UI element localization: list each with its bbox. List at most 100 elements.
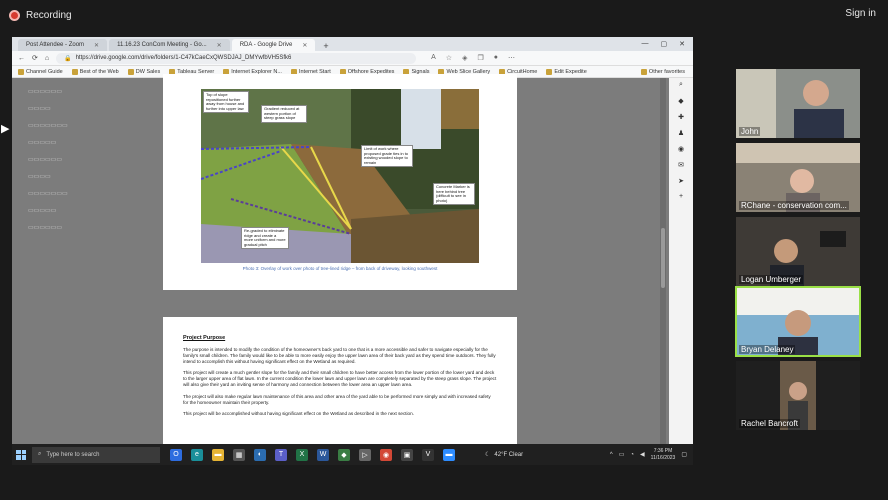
address-bar: ← ⟳ ⌂ 🔒 https://drive.google.com/drive/fo…: [12, 51, 693, 66]
browser-tab[interactable]: Post Attendee - Zoom ✕: [18, 39, 108, 51]
app-icon[interactable]: V: [422, 448, 434, 461]
drive-sidebar-dimmed: ▭▭▭▭▭▭ ▭▭▭▭ ▭▭▭▭▭▭▭ ▭▭▭▭▭ ▭▭▭▭▭▭ ▭▭▭▭ ▭▭▭▭▭▭▭ ▭…: [28, 89, 68, 231]
clock-time: 7:36 PM: [653, 447, 673, 454]
favorite-item[interactable]: Channel Guide: [18, 68, 63, 75]
close-icon[interactable]: ✕: [302, 42, 307, 49]
teams-icon[interactable]: T: [275, 448, 287, 461]
participant-name: Bryan Delaney: [739, 345, 796, 354]
recording-label: Recording: [26, 9, 72, 21]
close-icon[interactable]: ✕: [94, 42, 99, 49]
menu-icon[interactable]: ⋯: [508, 54, 515, 62]
add-icon[interactable]: +: [677, 192, 686, 201]
tab-label: 11.16.23 ConCom Meeting - Go...: [117, 42, 207, 48]
participant-tile-active-speaker[interactable]: Bryan Delaney: [735, 286, 861, 357]
search-placeholder: Type here to search: [46, 451, 100, 458]
close-icon[interactable]: ✕: [217, 42, 222, 49]
favorite-item[interactable]: DW Sales: [127, 68, 160, 75]
paragraph: The project will also make regular lawn …: [183, 393, 491, 405]
signin-link[interactable]: Sign in: [845, 8, 876, 19]
document-page: Top of slope repositioned further away f…: [163, 74, 517, 290]
maximize-icon[interactable]: ▢: [661, 40, 668, 48]
drop-icon[interactable]: ➤: [677, 176, 686, 185]
browser-tab[interactable]: 11.16.23 ConCom Meeting - Go... ✕: [109, 39, 230, 51]
profile-icon[interactable]: ●: [494, 54, 498, 62]
word-icon[interactable]: W: [317, 448, 329, 461]
tools-icon[interactable]: ✚: [677, 112, 686, 121]
weather-text: 42°F Clear: [494, 451, 524, 458]
taskbar-search[interactable]: ⌕ Type here to search: [32, 446, 160, 463]
moon-icon: ☾: [485, 452, 491, 458]
chrome-icon[interactable]: ◉: [380, 448, 392, 461]
volume-icon[interactable]: ◀: [640, 451, 645, 458]
chevron-up-icon[interactable]: ^: [610, 452, 613, 458]
network-icon[interactable]: ◔: [630, 452, 634, 458]
app-icon[interactable]: ◐: [254, 448, 266, 461]
app-icon[interactable]: ▦: [233, 448, 245, 461]
record-icon: [9, 9, 20, 21]
games-icon[interactable]: ♟: [677, 128, 686, 137]
participant-tile[interactable]: RChane - conservation com...: [736, 143, 860, 212]
excel-icon[interactable]: X: [296, 448, 308, 461]
favorite-item[interactable]: Edit Expedite: [546, 68, 587, 75]
extensions-icon[interactable]: ◈: [462, 54, 467, 62]
other-favorites[interactable]: Other favorites: [640, 68, 693, 75]
favorite-item[interactable]: Best of the Web: [71, 68, 119, 75]
outlook-icon[interactable]: ✉: [677, 160, 686, 169]
recording-indicator[interactable]: Recording: [9, 9, 72, 21]
lock-icon: 🔒: [64, 55, 72, 62]
office-icon[interactable]: ◉: [677, 144, 686, 153]
photo-annotation: Concrete Marker is here behind tree (dif…: [433, 183, 475, 206]
favorite-star-icon[interactable]: ☆: [446, 54, 452, 62]
scrollbar-thumb[interactable]: [661, 228, 665, 288]
photo-annotation: Top of slope repositioned further away f…: [203, 91, 249, 114]
system-tray: ^ ▭ ◔ ◀ 7:36 PM 11/16/2023 ▢: [610, 448, 693, 462]
participant-name: Rachel Bancroft: [739, 419, 800, 428]
participant-name: Logan Umberger: [739, 275, 804, 284]
clock-date: 11/16/2023: [650, 454, 676, 461]
windows-start-icon[interactable]: [16, 449, 26, 460]
minimize-icon[interactable]: —: [642, 40, 649, 48]
close-window-icon[interactable]: ✕: [679, 40, 685, 48]
taskbar-apps: O e ▬ ▦ ◐ T X W ◆ ▷ ◉ ▣ V ▬: [170, 448, 455, 461]
mouse-cursor-icon: ▶: [1, 123, 10, 135]
browser-tab-active[interactable]: RDA - Google Drive ✕: [231, 39, 316, 51]
weather-widget[interactable]: ☾ 42°F Clear: [485, 451, 524, 459]
read-aloud-icon[interactable]: A: [431, 54, 436, 62]
window-controls: — ▢ ✕: [642, 40, 694, 48]
zoom-icon[interactable]: ▬: [443, 448, 455, 461]
participant-name: RChane - conservation com...: [739, 201, 849, 210]
search-icon: ⌕: [38, 451, 42, 457]
outlook-icon[interactable]: O: [170, 448, 182, 461]
site-photo: Top of slope repositioned further away f…: [201, 89, 479, 263]
taskbar-clock[interactable]: 7:36 PM 11/16/2023: [651, 448, 676, 462]
back-icon[interactable]: ←: [18, 55, 25, 62]
refresh-icon[interactable]: ⟳: [32, 54, 38, 62]
shopping-icon[interactable]: ◆: [677, 96, 686, 105]
edge-sidebar: ⌕ ◆ ✚ ♟ ◉ ✉ ➤ +: [669, 78, 693, 452]
file-explorer-icon[interactable]: ▬: [212, 448, 224, 461]
new-tab-icon[interactable]: +: [317, 41, 334, 51]
tab-label: Post Attendee - Zoom: [26, 42, 85, 48]
home-icon[interactable]: ⌂: [45, 55, 49, 62]
participant-tile[interactable]: John: [736, 69, 860, 138]
battery-icon[interactable]: ▭: [619, 451, 625, 458]
edge-icon[interactable]: e: [191, 448, 203, 461]
participant-tile[interactable]: Logan Umberger: [736, 217, 860, 286]
notification-icon[interactable]: ▢: [681, 451, 687, 458]
app-icon[interactable]: ▷: [359, 448, 371, 461]
app-icon[interactable]: ◆: [338, 448, 350, 461]
participant-tile[interactable]: Rachel Bancroft: [736, 361, 860, 430]
app-icon[interactable]: ▣: [401, 448, 413, 461]
collections-icon[interactable]: ❐: [477, 54, 483, 62]
search-icon[interactable]: ⌕: [677, 80, 686, 89]
scrollbar[interactable]: [660, 78, 666, 452]
zoom-top-bar: Recording Sign in: [0, 0, 888, 30]
paragraph: The purpose is intended to modify the co…: [183, 347, 496, 365]
drive-preview-area: ▭▭▭▭▭▭ ▭▭▭▭ ▭▭▭▭▭▭▭ ▭▭▭▭▭ ▭▭▭▭▭▭ ▭▭▭▭ ▭▭▭▭▭▭▭ ▭…: [12, 74, 669, 457]
url-text: https://drive.google.com/drive/folders/1…: [75, 55, 292, 61]
url-field[interactable]: 🔒 https://drive.google.com/drive/folders/…: [56, 52, 417, 64]
photo-caption: Photo 3: Overlay of work over photo of t…: [242, 266, 438, 271]
photo-annotation: Re-graded to eliminate ridge and create …: [241, 227, 289, 250]
tab-label: RDA - Google Drive: [239, 42, 293, 48]
participant-name: John: [739, 127, 761, 136]
